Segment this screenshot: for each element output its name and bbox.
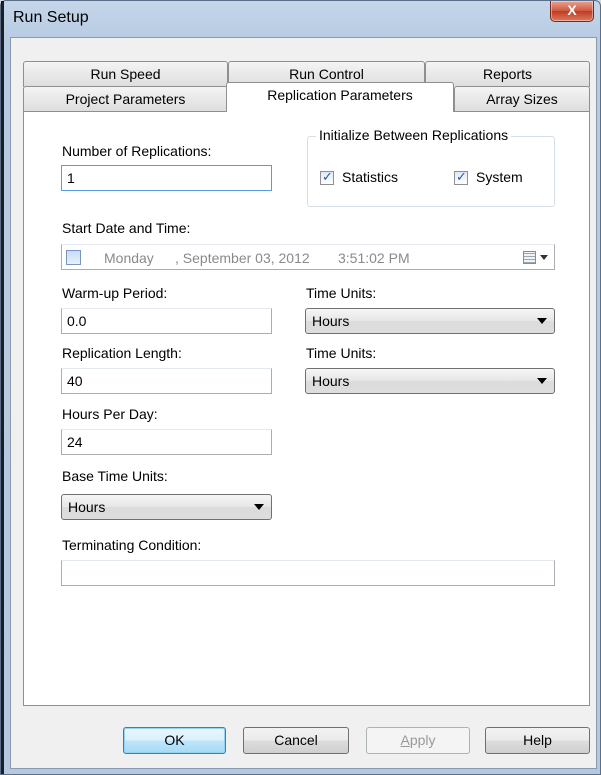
num-replications-label: Number of Replications:	[62, 143, 212, 159]
start-date-text: , September 03, 2012	[175, 250, 310, 266]
replication-parameters-panel: Number of Replications: 1 Initialize Bet…	[23, 111, 590, 706]
hours-per-day-label: Hours Per Day:	[62, 406, 158, 422]
warmup-units-label: Time Units:	[306, 285, 377, 301]
chevron-down-icon	[537, 318, 547, 324]
start-day-text: Monday	[104, 250, 154, 266]
tab-replication-parameters[interactable]: Replication Parameters	[226, 82, 454, 112]
chevron-down-icon	[537, 378, 547, 384]
check-mark-icon: ✓	[456, 169, 467, 184]
replication-length-label: Replication Length:	[62, 345, 182, 361]
close-button[interactable]: X	[550, 1, 594, 22]
terminating-condition-input[interactable]	[61, 560, 555, 586]
window-title: Run Setup	[13, 9, 89, 26]
start-time-text: 3:51:02 PM	[338, 250, 410, 266]
calendar-icon[interactable]	[523, 251, 536, 264]
tab-array-sizes[interactable]: Array Sizes	[454, 86, 590, 112]
replication-length-input[interactable]: 40	[61, 368, 272, 394]
system-checkbox[interactable]: ✓	[454, 169, 468, 185]
tab-run-speed[interactable]: Run Speed	[23, 61, 228, 87]
start-date-label: Start Date and Time:	[62, 220, 191, 236]
close-icon: X	[567, 2, 577, 18]
replen-units-label: Time Units:	[306, 345, 377, 361]
start-date-enable-checkbox[interactable]	[66, 250, 81, 265]
cancel-button[interactable]: Cancel	[243, 727, 349, 754]
help-button[interactable]: Help	[485, 727, 590, 754]
ok-button[interactable]: OK	[123, 727, 226, 754]
tab-project-parameters[interactable]: Project Parameters	[23, 86, 228, 112]
terminating-condition-label: Terminating Condition:	[62, 537, 202, 553]
warmup-label: Warm-up Period:	[62, 285, 168, 301]
init-group-title: Initialize Between Replications	[316, 127, 512, 143]
warmup-input[interactable]: 0.0	[61, 308, 272, 334]
statistics-checkbox[interactable]: ✓	[320, 169, 334, 185]
start-date-picker[interactable]: Monday , September 03, 2012 3:51:02 PM	[61, 244, 555, 270]
base-time-units-select[interactable]: Hours	[61, 494, 272, 520]
warmup-units-select[interactable]: Hours	[305, 308, 555, 334]
chevron-down-icon	[254, 504, 264, 510]
check-mark-icon: ✓	[322, 169, 333, 184]
hours-per-day-input[interactable]: 24	[61, 429, 272, 455]
initialize-between-replications-group: Initialize Between Replications ✓ Statis…	[307, 127, 555, 207]
system-label: System	[476, 169, 523, 185]
statistics-label: Statistics	[342, 169, 399, 185]
apply-button[interactable]: Apply	[366, 727, 470, 754]
replen-units-select[interactable]: Hours	[305, 368, 555, 394]
num-replications-input[interactable]: 1	[61, 165, 272, 191]
chevron-down-icon[interactable]	[540, 255, 548, 260]
base-time-units-label: Base Time Units:	[62, 468, 168, 484]
